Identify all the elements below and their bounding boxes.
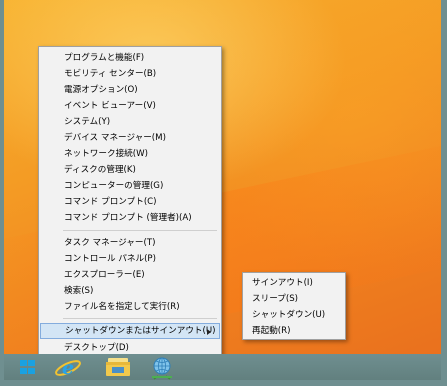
- windows-logo-icon: [20, 360, 35, 374]
- menu-item-power-options[interactable]: 電源オプション(O): [40, 82, 220, 98]
- submenu-item-restart[interactable]: 再起動(R): [244, 323, 344, 339]
- menu-item-command-prompt[interactable]: コマンド プロンプト(C): [40, 194, 220, 210]
- winx-context-menu: プログラムと機能(F) モビリティ センター(B) 電源オプション(O) イベン…: [38, 46, 222, 357]
- taskbar: e: [4, 354, 441, 380]
- svg-text:e: e: [62, 357, 74, 379]
- internet-explorer-icon: e: [55, 357, 81, 379]
- network-globe-icon: [152, 357, 172, 380]
- start-button[interactable]: [10, 354, 46, 380]
- shutdown-submenu: サインアウト(I) スリープ(S) シャットダウン(U) 再起動(R): [242, 272, 346, 340]
- menu-item-file-explorer[interactable]: エクスプローラー(E): [40, 267, 220, 283]
- screen-frame-left: [0, 0, 4, 386]
- screen-frame-bottom: [0, 380, 447, 386]
- menu-item-device-manager[interactable]: デバイス マネージャー(M): [40, 130, 220, 146]
- taskbar-network-button[interactable]: [144, 354, 180, 380]
- submenu-item-sleep[interactable]: スリープ(S): [244, 291, 344, 307]
- submenu-item-sign-out[interactable]: サインアウト(I): [244, 275, 344, 291]
- submenu-arrow-icon: [207, 329, 211, 335]
- menu-item-command-prompt-admin[interactable]: コマンド プロンプト (管理者)(A): [40, 210, 220, 226]
- menu-item-search[interactable]: 検索(S): [40, 283, 220, 299]
- menu-item-disk-management[interactable]: ディスクの管理(K): [40, 162, 220, 178]
- menu-item-run[interactable]: ファイル名を指定して実行(R): [40, 299, 220, 315]
- menu-item-control-panel[interactable]: コントロール パネル(P): [40, 251, 220, 267]
- menu-item-task-manager[interactable]: タスク マネージャー(T): [40, 235, 220, 251]
- menu-item-system[interactable]: システム(Y): [40, 114, 220, 130]
- menu-separator: [63, 230, 217, 231]
- menu-item-computer-management[interactable]: コンピューターの管理(G): [40, 178, 220, 194]
- menu-item-network-connections[interactable]: ネットワーク接続(W): [40, 146, 220, 162]
- submenu-item-shut-down[interactable]: シャットダウン(U): [244, 307, 344, 323]
- menu-item-mobility-center[interactable]: モビリティ センター(B): [40, 66, 220, 82]
- menu-item-shutdown-or-sign-out[interactable]: シャットダウンまたはサインアウト(U): [40, 323, 220, 339]
- menu-item-event-viewer[interactable]: イベント ビューアー(V): [40, 98, 220, 114]
- taskbar-internet-explorer-button[interactable]: e: [50, 354, 86, 380]
- taskbar-file-explorer-button[interactable]: [100, 354, 136, 380]
- menu-item-programs-and-features[interactable]: プログラムと機能(F): [40, 50, 220, 66]
- screen-frame-right: [441, 0, 447, 386]
- menu-item-label: シャットダウンまたはサインアウト(U): [65, 326, 216, 336]
- menu-separator: [63, 318, 217, 319]
- file-explorer-icon: [106, 358, 130, 376]
